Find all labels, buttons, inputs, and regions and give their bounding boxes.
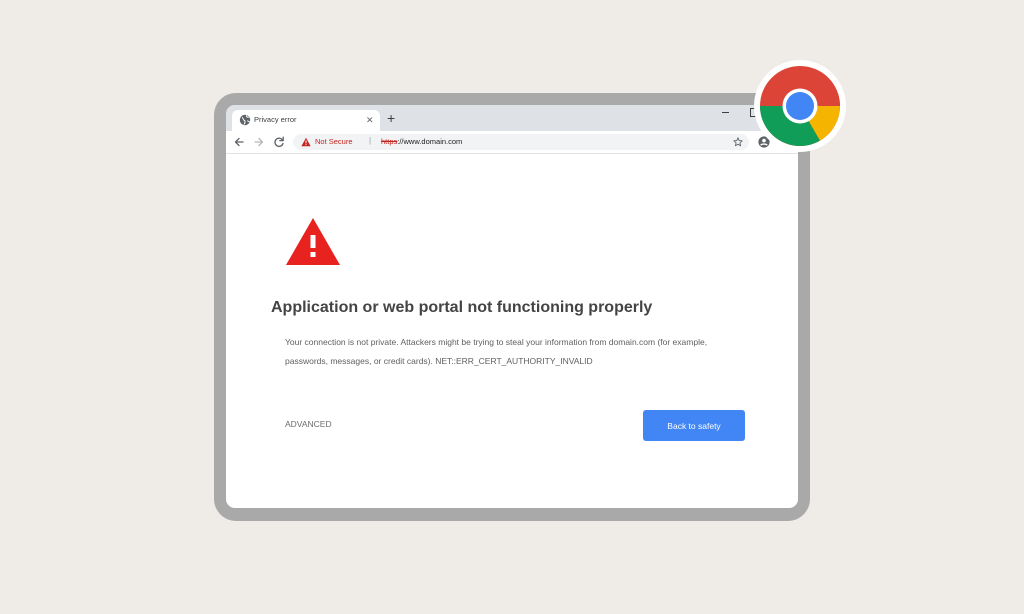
back-arrow-icon[interactable] xyxy=(232,135,246,149)
toolbar: Not Secure | https://www.domain.com xyxy=(226,131,798,154)
page-title: Application or web portal not functionin… xyxy=(271,299,653,316)
minimize-icon[interactable] xyxy=(722,112,729,113)
tab-privacy-error[interactable]: Privacy error ✕ xyxy=(232,110,380,131)
not-secure-warning-icon xyxy=(301,137,311,147)
new-tab-button[interactable]: + xyxy=(387,110,395,126)
url-host: ://www.domain.com xyxy=(397,137,463,146)
tab-strip: Privacy error ✕ + xyxy=(226,105,798,131)
reload-icon[interactable] xyxy=(272,135,286,149)
not-secure-label[interactable]: Not Secure xyxy=(315,137,353,146)
tab-close-icon[interactable]: ✕ xyxy=(366,114,374,126)
warning-triangle-icon xyxy=(286,218,340,265)
tab-title: Privacy error xyxy=(254,115,297,124)
tablet-frame: Privacy error ✕ + Not Secure | https://w… xyxy=(214,93,810,521)
error-message: Your connection is not private. Attacker… xyxy=(285,337,708,366)
star-icon[interactable] xyxy=(733,137,743,147)
browser-window: Privacy error ✕ + Not Secure | https://w… xyxy=(226,105,798,508)
security-separator: | xyxy=(369,136,372,145)
url-text: https://www.domain.com xyxy=(381,137,462,146)
forward-arrow-icon[interactable] xyxy=(252,135,266,149)
url-scheme: https xyxy=(381,137,398,146)
globe-icon xyxy=(239,114,251,126)
advanced-link[interactable]: ADVANCED xyxy=(285,419,332,429)
chrome-logo-icon xyxy=(754,60,846,152)
address-bar[interactable]: Not Secure | https://www.domain.com xyxy=(293,134,749,150)
back-to-safety-button[interactable]: Back to safety xyxy=(643,410,745,441)
